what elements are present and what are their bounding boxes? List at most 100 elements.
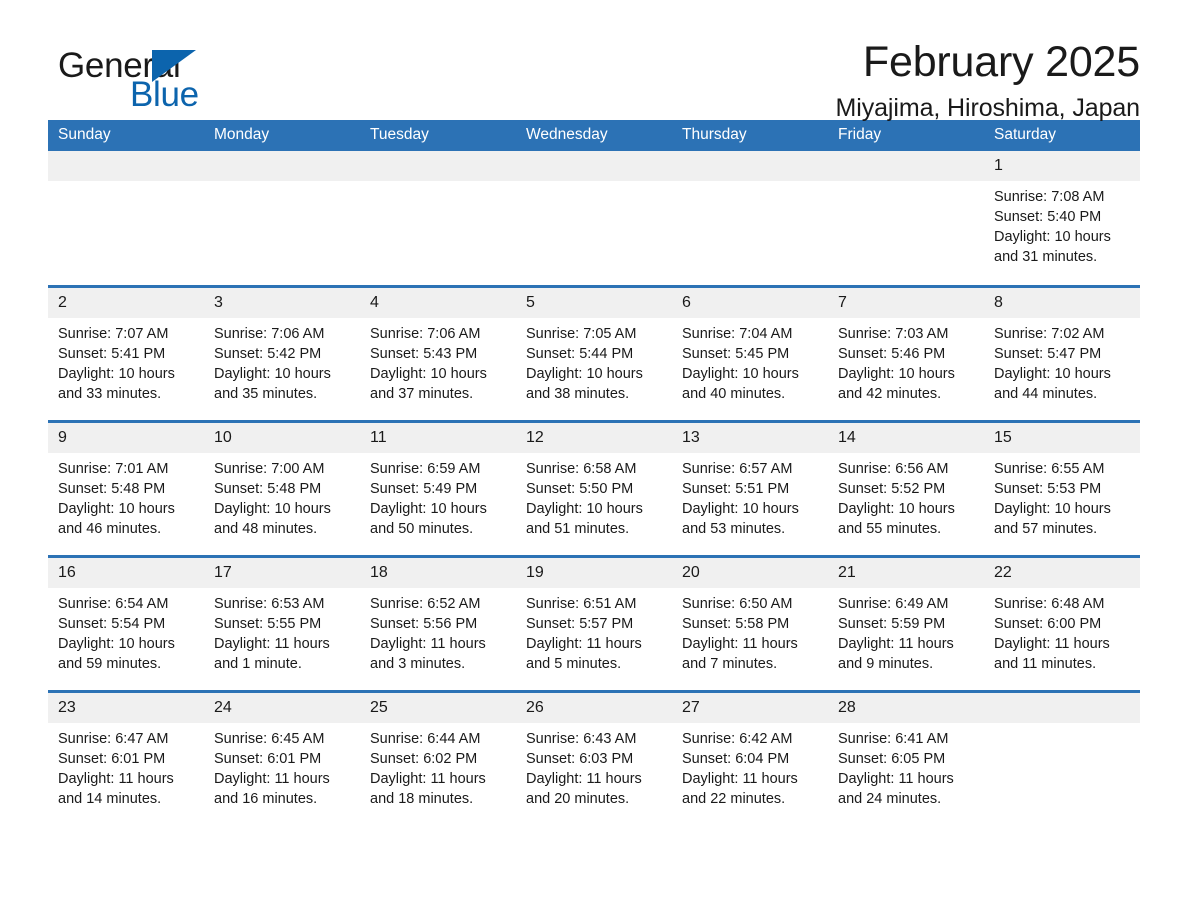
sunrise-text: Sunrise: 6:57 AM [682,460,793,477]
day-details: Sunrise: 6:55 AM Sunset: 5:53 PM Daylight:… [984,453,1140,539]
weekday-header-tuesday: Tuesday [360,120,516,151]
day-details: Sunrise: 7:01 AM Sunset: 5:48 PM Daylight:… [48,453,204,539]
day-details: Sunrise: 6:59 AM Sunset: 5:49 PM Daylight:… [360,453,516,539]
sunrise-text: Sunrise: 6:55 AM [994,460,1105,477]
calendar-day-cell[interactable]: 15 Sunrise: 6:55 AM Sunset: 5:53 PM Dayligh… [984,419,1140,556]
sunset-text: Sunset: 5:45 PM [682,345,790,362]
calendar-day-cell-empty [672,151,828,286]
day-number: 13 [672,422,828,453]
day-details: Sunrise: 6:58 AM Sunset: 5:50 PM Daylight:… [516,453,672,539]
daylight-text: Daylight: 11 hours and 22 minutes. [682,770,798,807]
calendar-day-cell[interactable]: 26 Sunrise: 6:43 AM Sunset: 6:03 PM Dayligh… [516,689,672,826]
calendar-day-cell[interactable]: 20 Sunrise: 6:50 AM Sunset: 5:58 PM Dayligh… [672,554,828,691]
calendar-day-cell[interactable]: 21 Sunrise: 6:49 AM Sunset: 5:59 PM Dayligh… [828,554,984,691]
day-box: 12 Sunrise: 6:58 AM Sunset: 5:50 PM Dayligh… [516,422,672,555]
day-box [516,151,672,283]
daylight-text: Daylight: 11 hours and 24 minutes. [838,770,954,807]
sunrise-text: Sunrise: 6:59 AM [370,460,481,477]
calendar-day-cell[interactable]: 23 Sunrise: 6:47 AM Sunset: 6:01 PM Dayligh… [48,689,204,826]
calendar-day-cell[interactable]: 19 Sunrise: 6:51 AM Sunset: 5:57 PM Dayligh… [516,554,672,691]
calendar-day-cell[interactable]: 18 Sunrise: 6:52 AM Sunset: 5:56 PM Dayligh… [360,554,516,691]
day-details: Sunrise: 6:51 AM Sunset: 5:57 PM Daylight:… [516,588,672,674]
day-number: 24 [204,692,360,723]
sunset-text: Sunset: 5:46 PM [838,345,946,362]
day-number: 7 [828,287,984,318]
sunset-text: Sunset: 5:42 PM [214,345,322,362]
day-box [984,692,1140,825]
day-details: Sunrise: 6:56 AM Sunset: 5:52 PM Daylight:… [828,453,984,539]
sunrise-text: Sunrise: 6:47 AM [58,730,169,747]
calendar-day-cell[interactable]: 6 Sunrise: 7:04 AM Sunset: 5:45 PM Daylight… [672,284,828,421]
day-details: Sunrise: 6:57 AM Sunset: 5:51 PM Daylight:… [672,453,828,539]
calendar-day-cell[interactable]: 9 Sunrise: 7:01 AM Sunset: 5:48 PM Daylight… [48,419,204,556]
sunrise-text: Sunrise: 6:48 AM [994,595,1105,612]
daylight-text: Daylight: 11 hours and 7 minutes. [682,635,798,672]
daylight-text: Daylight: 10 hours and 38 minutes. [526,365,643,402]
day-details: Sunrise: 6:41 AM Sunset: 6:05 PM Daylight:… [828,723,984,809]
day-box [48,151,204,283]
calendar-day-cell[interactable]: 22 Sunrise: 6:48 AM Sunset: 6:00 PM Dayligh… [984,554,1140,691]
sunset-text: Sunset: 5:52 PM [838,480,946,497]
calendar-day-cell[interactable]: 3 Sunrise: 7:06 AM Sunset: 5:42 PM Daylight… [204,284,360,421]
day-box: 9 Sunrise: 7:01 AM Sunset: 5:48 PM Daylight… [48,422,204,555]
sunrise-text: Sunrise: 6:56 AM [838,460,949,477]
daylight-text: Daylight: 10 hours and 31 minutes. [994,229,1111,265]
day-box: 24 Sunrise: 6:45 AM Sunset: 6:01 PM Dayligh… [204,692,360,825]
calendar-day-cell[interactable]: 16 Sunrise: 6:54 AM Sunset: 5:54 PM Dayligh… [48,554,204,691]
calendar-day-cell[interactable]: 13 Sunrise: 6:57 AM Sunset: 5:51 PM Dayligh… [672,419,828,556]
day-number: 22 [984,557,1140,588]
day-box: 25 Sunrise: 6:44 AM Sunset: 6:02 PM Dayligh… [360,692,516,825]
sunset-text: Sunset: 6:00 PM [994,615,1102,632]
calendar-day-cell-empty [984,689,1140,826]
sunset-text: Sunset: 5:48 PM [58,480,166,497]
calendar-day-cell[interactable]: 7 Sunrise: 7:03 AM Sunset: 5:46 PM Daylight… [828,284,984,421]
logo-text-blue: Blue [130,75,199,114]
sunrise-text: Sunrise: 6:45 AM [214,730,325,747]
sunrise-text: Sunrise: 6:41 AM [838,730,949,747]
day-details: Sunrise: 6:53 AM Sunset: 5:55 PM Daylight:… [204,588,360,674]
day-box: 1 Sunrise: 7:08 AM Sunset: 5:40 PM Daylight… [984,151,1140,283]
calendar-day-cell[interactable]: 27 Sunrise: 6:42 AM Sunset: 6:04 PM Dayligh… [672,689,828,826]
calendar-day-cell[interactable]: 8 Sunrise: 7:02 AM Sunset: 5:47 PM Daylight… [984,284,1140,421]
calendar-day-cell[interactable]: 5 Sunrise: 7:05 AM Sunset: 5:44 PM Daylight… [516,284,672,421]
day-number [516,151,672,181]
calendar-day-cell[interactable]: 12 Sunrise: 6:58 AM Sunset: 5:50 PM Dayligh… [516,419,672,556]
sunrise-text: Sunrise: 7:01 AM [58,460,169,477]
calendar-day-cell-empty [48,151,204,286]
weekday-header-thursday: Thursday [672,120,828,151]
calendar-day-cell[interactable]: 17 Sunrise: 6:53 AM Sunset: 5:55 PM Dayligh… [204,554,360,691]
page-header: General Blue February 2025 Miyajima, Hir… [48,0,1140,122]
sunset-text: Sunset: 5:55 PM [214,615,322,632]
sunset-text: Sunset: 5:43 PM [370,345,478,362]
calendar-day-cell[interactable]: 28 Sunrise: 6:41 AM Sunset: 6:05 PM Dayligh… [828,689,984,826]
calendar-day-cell[interactable]: 2 Sunrise: 7:07 AM Sunset: 5:41 PM Daylight… [48,284,204,421]
calendar-day-cell[interactable]: 24 Sunrise: 6:45 AM Sunset: 6:01 PM Dayligh… [204,689,360,826]
sunrise-sunset-calendar: Sunday Monday Tuesday Wednesday Thursday… [48,120,1140,826]
day-number: 16 [48,557,204,588]
sunrise-text: Sunrise: 6:42 AM [682,730,793,747]
calendar-day-cell[interactable]: 14 Sunrise: 6:56 AM Sunset: 5:52 PM Dayligh… [828,419,984,556]
calendar-week-row: 2 Sunrise: 7:07 AM Sunset: 5:41 PM Daylight… [48,284,1140,421]
day-details: Sunrise: 6:49 AM Sunset: 5:59 PM Daylight:… [828,588,984,674]
calendar-day-cell[interactable]: 1 Sunrise: 7:08 AM Sunset: 5:40 PM Daylight… [984,151,1140,286]
calendar-day-cell[interactable]: 4 Sunrise: 7:06 AM Sunset: 5:43 PM Daylight… [360,284,516,421]
calendar-day-cell[interactable]: 10 Sunrise: 7:00 AM Sunset: 5:48 PM Dayligh… [204,419,360,556]
day-box: 5 Sunrise: 7:05 AM Sunset: 5:44 PM Daylight… [516,287,672,420]
day-number: 5 [516,287,672,318]
calendar-body: 1 Sunrise: 7:08 AM Sunset: 5:40 PM Daylight… [48,151,1140,826]
day-number: 1 [984,151,1140,181]
sunset-text: Sunset: 5:47 PM [994,345,1102,362]
general-blue-logo[interactable]: General Blue [48,40,258,112]
daylight-text: Daylight: 11 hours and 1 minute. [214,635,330,672]
daylight-text: Daylight: 10 hours and 44 minutes. [994,365,1111,402]
day-number: 25 [360,692,516,723]
daylight-text: Daylight: 11 hours and 20 minutes. [526,770,642,807]
day-box: 19 Sunrise: 6:51 AM Sunset: 5:57 PM Dayligh… [516,557,672,690]
calendar-day-cell[interactable]: 11 Sunrise: 6:59 AM Sunset: 5:49 PM Dayligh… [360,419,516,556]
daylight-text: Daylight: 10 hours and 48 minutes. [214,500,331,537]
page-title: February 2025 [862,38,1140,86]
calendar-day-cell[interactable]: 25 Sunrise: 6:44 AM Sunset: 6:02 PM Dayligh… [360,689,516,826]
sunrise-text: Sunrise: 6:49 AM [838,595,949,612]
day-number: 9 [48,422,204,453]
daylight-text: Daylight: 10 hours and 35 minutes. [214,365,331,402]
